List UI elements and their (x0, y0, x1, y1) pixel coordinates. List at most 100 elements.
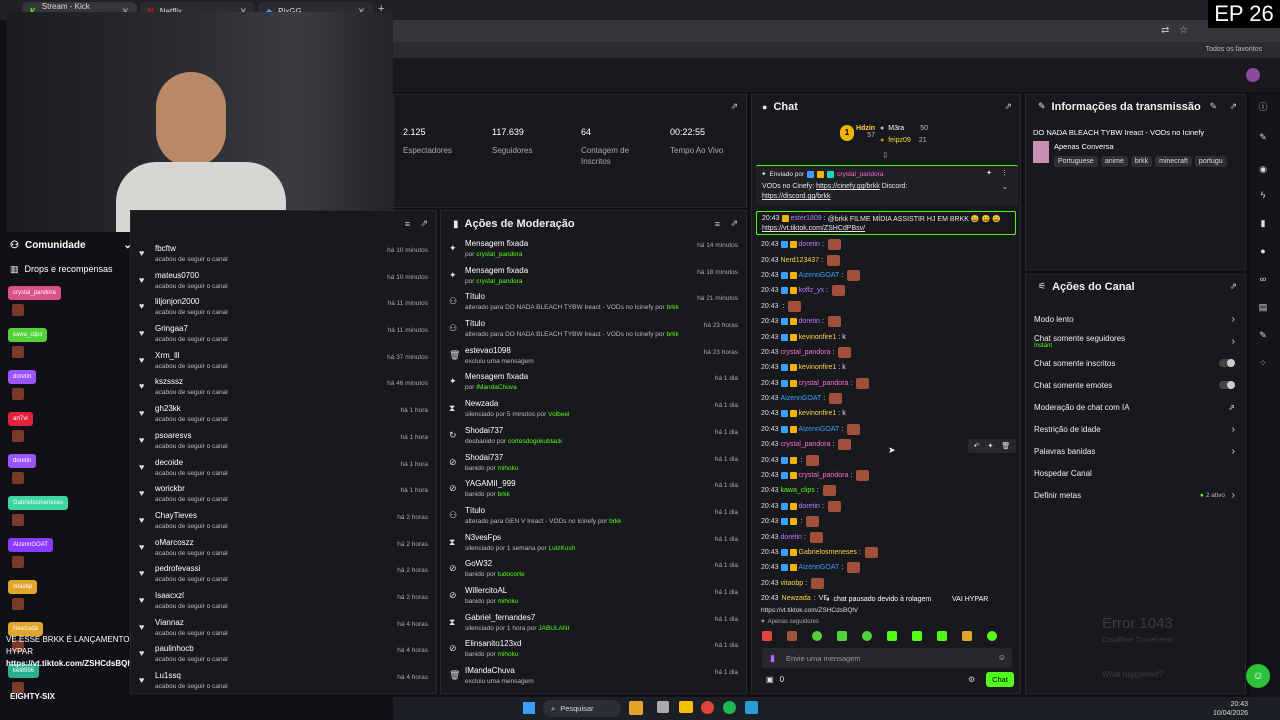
chevron-right-icon[interactable]: › (1232, 446, 1235, 457)
chat-message[interactable]: 20:43 kawa_clips: (752, 483, 1014, 498)
moderation-row[interactable]: ⧗ N3vesFps silenciado por 1 semana por L… (443, 530, 746, 557)
star-icon[interactable]: ☆ (1179, 25, 1188, 36)
moderation-row[interactable]: ⚇ Título alterado para DO NADA BLEACH TY… (443, 316, 746, 343)
emote-icon[interactable] (912, 631, 922, 641)
emote-icon[interactable] (887, 631, 897, 641)
follower-row[interactable]: ♥ Lu1ssq acabou de seguir o canal há 4 h… (133, 668, 436, 695)
follower-row[interactable]: ♥ ChayTieves acabou de seguir o canal há… (133, 508, 436, 535)
chat-message[interactable]: 20:43 : (752, 514, 1014, 529)
follower-row[interactable]: ♥ decoide acabou de seguir o canal há 1 … (133, 455, 436, 482)
follower-row[interactable]: ♥ pedrofevassi acabou de seguir o canal … (133, 561, 436, 588)
moderation-row[interactable]: ✦ Mensagem fixada por crystal_pandora há… (443, 236, 746, 263)
camera-icon[interactable]: ◉ (1256, 164, 1270, 178)
channel-action-row[interactable]: Chat somente inscritos (1026, 352, 1245, 374)
moderation-row[interactable]: 🗑 IMandaChuva excluiu uma mensagem há 1 … (443, 663, 746, 690)
windows-start-icon[interactable] (523, 702, 535, 714)
chevron-right-icon[interactable]: › (1232, 336, 1235, 347)
emote-icon[interactable] (812, 631, 822, 641)
emote-icon[interactable] (787, 631, 797, 641)
sidebar-community[interactable]: ⚇ Comunidade ⌄ (10, 240, 132, 251)
chat-message[interactable]: 20:43 doretin: (752, 499, 1014, 514)
external-link-icon[interactable]: ⇗ (1229, 101, 1237, 112)
moderation-row[interactable]: ✦ Mensagem fixada por IMandaChuva há 1 d… (443, 369, 746, 396)
emote-icon[interactable] (837, 631, 847, 641)
external-link-icon[interactable]: ⇗ (1229, 281, 1237, 292)
app-icon[interactable] (629, 701, 643, 715)
support-chat-icon[interactable]: ☺ (1246, 664, 1270, 688)
avatar[interactable] (1246, 68, 1260, 82)
external-link-icon[interactable]: ⇗ (420, 218, 428, 229)
chevron-right-icon[interactable]: › (1232, 490, 1235, 501)
external-link-icon[interactable]: ⇗ (1004, 101, 1012, 112)
chat-message[interactable]: 20:43 vitaobp: (752, 576, 1014, 591)
chat-message[interactable]: 20:43 kevinonfire1: k (752, 360, 1014, 375)
chat-message[interactable]: 20:43 crystal_pandora: (752, 468, 1014, 483)
folder-icon[interactable] (679, 701, 693, 713)
moderation-row[interactable]: ⚇ Título alterado para GEN V Ireact - VO… (443, 503, 746, 530)
emote-icon[interactable] (987, 631, 997, 641)
chevron-right-icon[interactable]: › (1232, 424, 1235, 435)
chat-message[interactable]: 20:43 AizennGOAT: (752, 422, 1014, 437)
moderation-row[interactable]: ⊘ WillercitoAL banido por mihoku há 1 di… (443, 583, 746, 610)
chat-message[interactable]: 20:43 AizennGOAT: (752, 560, 1014, 575)
more-icon[interactable]: ⋮ (1001, 169, 1008, 177)
channel-action-row[interactable]: Definir metas ● 2 ativo › (1026, 484, 1245, 506)
emoji-icon[interactable]: ☺ (998, 653, 1006, 662)
wrench-icon[interactable]: ✎ (1256, 330, 1270, 344)
chat-message[interactable]: 20:43 crystal_pandora: (752, 345, 1014, 360)
follower-row[interactable]: ♥ Gringaa7 acabou de seguir o canal há 1… (133, 321, 436, 348)
moderation-row[interactable]: ⊘ GoW32 banido por tudocorte há 1 dia (443, 556, 746, 583)
chat-message[interactable]: 20:43 AizennGOAT: (752, 268, 1014, 283)
moderation-row[interactable]: ⧗ Gabriel_fernandes7 silenciado por 1 ho… (443, 610, 746, 637)
channel-action-row[interactable]: Modo lento › (1026, 308, 1245, 330)
follower-row[interactable]: ♥ Viannaz acabou de seguir o canal há 4 … (133, 615, 436, 642)
moderation-row[interactable]: ✦ Mensagem fixada por crystal_pandora há… (443, 263, 746, 290)
chrome-icon[interactable] (701, 701, 714, 714)
edit-icon[interactable]: ✎ (1209, 101, 1217, 112)
external-link-icon[interactable]: ⇗ (1228, 403, 1235, 412)
filter-icon[interactable]: ≡ (405, 219, 410, 229)
chat-input[interactable]: ▮ Envie uma mensagem ☺ (762, 648, 1012, 668)
channel-action-row[interactable]: Restrição de idade › (1026, 418, 1245, 440)
channel-action-row[interactable]: Chat somente emotes (1026, 374, 1245, 396)
chat-message[interactable]: 20:43 : (752, 299, 1014, 314)
follower-row[interactable]: ♥ oMarcoszz acabou de seguir o canal há … (133, 535, 436, 562)
chevron-down-icon[interactable]: ⌄ (1002, 183, 1008, 191)
follower-row[interactable]: ♥ Xrm_lll acabou de seguir o canal há 37… (133, 348, 436, 375)
channel-action-row[interactable]: Chat somente seguidores Instant › (1026, 330, 1245, 352)
chat-message[interactable]: 20:43 kevinonfire1: k (752, 406, 1014, 421)
follower-row[interactable]: ♥ psoaresvs acabou de seguir o canal há … (133, 428, 436, 455)
chat-icon[interactable]: ● (1256, 246, 1270, 260)
toggle-switch[interactable] (1219, 381, 1235, 389)
expand-icon[interactable]: ⇩ (882, 151, 889, 160)
channel-action-row[interactable]: Hospedar Canal (1026, 462, 1245, 484)
spotify-icon[interactable] (723, 701, 736, 714)
follower-row[interactable]: ♥ kszsssz acabou de seguir o canal há 46… (133, 374, 436, 401)
chat-paused-notice[interactable]: ⏸ chat pausado devido à rolagem (826, 596, 932, 604)
channel-action-row[interactable]: Moderação de chat com IA ⇗ (1026, 396, 1245, 418)
toggle-switch[interactable] (1219, 359, 1235, 367)
info-icon[interactable]: ⓘ (1256, 100, 1270, 114)
channel-action-row[interactable]: Palavras banidas › (1026, 440, 1245, 462)
chat-message[interactable]: 20:43 AizennGOAT: (752, 391, 1014, 406)
settings-icon[interactable]: ⚙ (968, 675, 975, 684)
chat-message[interactable]: 20:43 : (752, 452, 1014, 467)
chat-message[interactable]: 20:43 crystal_pandora: (752, 376, 1014, 391)
emote-icon[interactable] (962, 631, 972, 641)
trash-icon[interactable]: 🗑 (1001, 442, 1010, 450)
pin-icon[interactable]: ✦ (986, 169, 992, 177)
follower-row[interactable]: ♥ Isaacxzl acabou de seguir o canal há 2… (133, 588, 436, 615)
external-link-icon[interactable]: ⇗ (730, 218, 738, 229)
follower-row[interactable]: ♥ mateus0700 acabou de seguir o canal há… (133, 268, 436, 295)
pin-icon[interactable]: ✦ (988, 442, 994, 450)
edit-icon[interactable]: ✎ (1256, 132, 1270, 146)
address-bar-area[interactable]: ⇄ ☆ (393, 20, 1280, 42)
apps-icon[interactable]: ⁘ (1256, 358, 1270, 372)
moderation-row[interactable]: ⊘ Shodai737 banido por mihoku há 1 dia (443, 450, 746, 477)
follower-row[interactable]: ♥ worickbr acabou de seguir o canal há 1… (133, 481, 436, 508)
bolt-icon[interactable]: ϟ (1256, 190, 1270, 204)
chat-message[interactable]: 20:43 Gabrielosmeneses: (752, 545, 1014, 560)
chat-message[interactable]: 20:43 koffz_yx: (752, 283, 1014, 298)
moderation-row[interactable]: ⊘ YAGAMII_999 banido por brkk há 1 dia (443, 476, 746, 503)
tag[interactable]: minecraft (1155, 156, 1192, 167)
